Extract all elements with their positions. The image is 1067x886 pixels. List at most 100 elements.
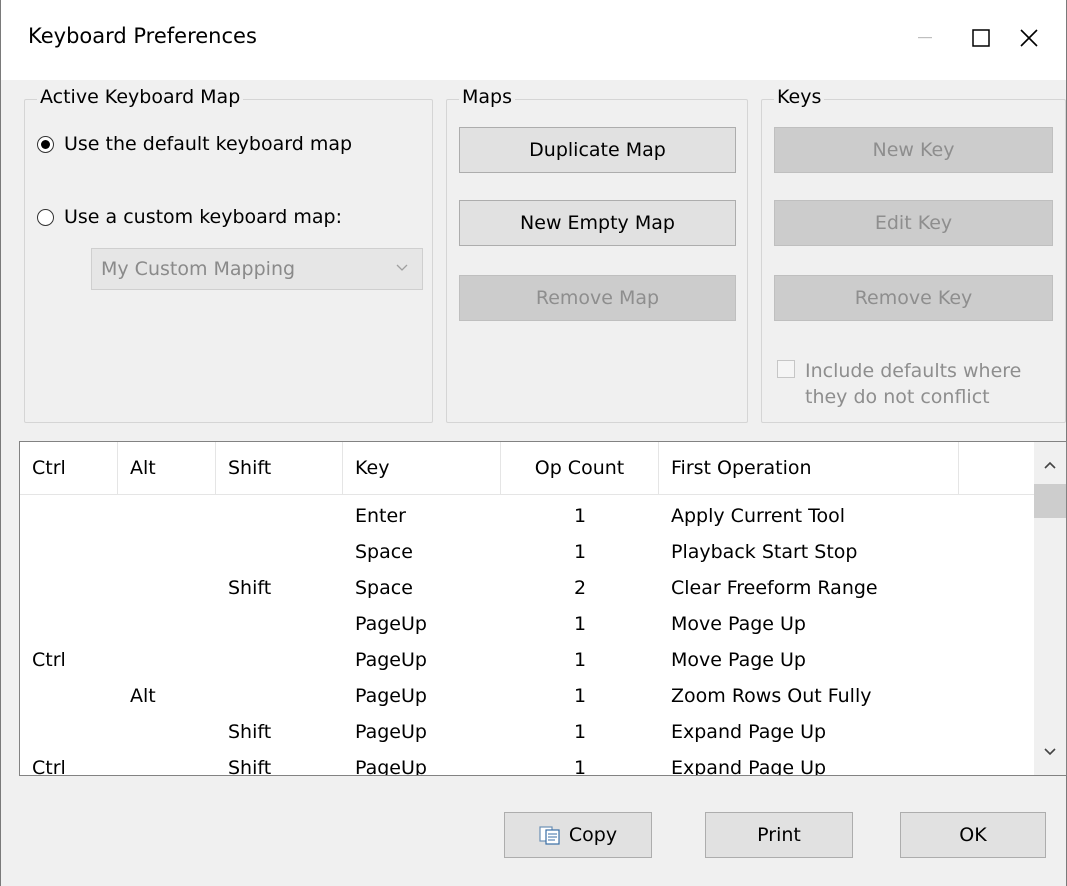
cell-shift: Shift <box>228 721 272 743</box>
cell-first-operation: Apply Current Tool <box>671 505 845 527</box>
minimize-icon <box>918 37 932 39</box>
cell-ctrl <box>20 498 118 534</box>
cell-key: Space <box>355 577 413 599</box>
default-map-radio[interactable]: Use the default keyboard map <box>37 133 352 155</box>
cell-ctrl: Ctrl <box>32 757 66 776</box>
cell-shift: Shift <box>228 757 272 776</box>
ok-button[interactable]: OK <box>900 812 1046 858</box>
active-keyboard-map-legend: Active Keyboard Map <box>37 86 244 108</box>
cell-first-operation: Zoom Rows Out Fully <box>671 685 872 707</box>
cell-key: PageUp <box>355 613 427 635</box>
cell-op-count: 1 <box>573 757 587 776</box>
cell-alt: Alt <box>130 685 156 707</box>
cell-first-operation: Move Page Up <box>671 649 806 671</box>
new-key-button[interactable]: New Key <box>774 127 1053 173</box>
table-row[interactable]: Shift PageUp 1 Expand Page Up <box>20 714 1034 750</box>
maps-legend: Maps <box>459 86 515 108</box>
column-header-key[interactable]: Key <box>343 442 501 494</box>
table-row[interactable]: Ctrl PageUp 1 Move Page Up <box>20 642 1034 678</box>
cell-shift <box>216 678 343 714</box>
scroll-down-button[interactable] <box>1034 735 1066 769</box>
cell-alt <box>118 570 216 606</box>
cell-shift <box>216 498 343 534</box>
table-row[interactable]: Ctrl Shift PageUp 1 Expand Page Up <box>20 750 1034 776</box>
chevron-down-icon <box>396 264 408 271</box>
copy-label: Copy <box>568 824 618 846</box>
column-header-alt[interactable]: Alt <box>118 442 216 494</box>
key-mapping-table[interactable]: Ctrl Alt Shift Key Op Count First Operat… <box>19 441 1067 776</box>
column-header-ctrl[interactable]: Ctrl <box>20 442 118 494</box>
close-button[interactable] <box>1001 14 1057 62</box>
checkbox-box <box>777 360 795 378</box>
cell-first-operation: Move Page Up <box>671 613 806 635</box>
include-defaults-checkbox[interactable]: Include defaults where they do not confl… <box>777 358 1021 410</box>
cell-alt <box>118 606 216 642</box>
table-row[interactable]: PageUp 1 Move Page Up <box>20 606 1034 642</box>
cell-alt <box>118 534 216 570</box>
cell-op-count: 1 <box>573 649 587 671</box>
scrollbar-thumb[interactable] <box>1034 484 1066 518</box>
cell-ctrl: Ctrl <box>32 649 66 671</box>
cell-ctrl <box>20 606 118 642</box>
cell-first-operation: Playback Start Stop <box>671 541 858 563</box>
column-header-op-count[interactable]: Op Count <box>501 442 659 494</box>
cell-shift: Shift <box>228 577 272 599</box>
minimize-button[interactable] <box>897 14 953 62</box>
cell-key: PageUp <box>355 757 427 776</box>
scroll-up-button[interactable] <box>1034 448 1066 482</box>
cell-ctrl <box>20 534 118 570</box>
radio-circle <box>37 208 54 226</box>
cell-shift <box>216 642 343 678</box>
new-empty-map-button[interactable]: New Empty Map <box>459 200 736 246</box>
edit-key-button[interactable]: Edit Key <box>774 200 1053 246</box>
cell-alt <box>118 642 216 678</box>
vertical-scrollbar[interactable] <box>1034 442 1066 775</box>
title-bar: Keyboard Preferences <box>1 0 1066 80</box>
table-row[interactable]: Space 1 Playback Start Stop <box>20 534 1034 570</box>
radio-circle <box>37 135 54 153</box>
custom-map-label: Use a custom keyboard map: <box>64 206 343 228</box>
cell-shift <box>216 534 343 570</box>
table-row[interactable]: Shift Space 2 Clear Freeform Range <box>20 570 1034 606</box>
cell-key: Enter <box>355 505 406 527</box>
column-header-first-operation[interactable]: First Operation <box>659 442 959 494</box>
keys-legend: Keys <box>774 86 825 108</box>
cell-first-operation: Expand Page Up <box>671 721 827 743</box>
default-map-label: Use the default keyboard map <box>64 133 353 155</box>
cell-key: Space <box>355 541 413 563</box>
cell-op-count: 1 <box>573 505 587 527</box>
close-icon <box>1020 29 1038 47</box>
print-button[interactable]: Print <box>705 812 853 858</box>
cell-shift <box>216 606 343 642</box>
table-row[interactable]: Enter 1 Apply Current Tool <box>20 498 1034 534</box>
cell-key: PageUp <box>355 721 427 743</box>
chevron-up-icon <box>1044 461 1056 469</box>
chevron-down-icon <box>1044 748 1056 756</box>
copy-icon <box>539 826 560 845</box>
cell-first-operation: Clear Freeform Range <box>671 577 878 599</box>
cell-op-count: 1 <box>573 541 587 563</box>
cell-key: PageUp <box>355 685 427 707</box>
custom-map-select-value: My Custom Mapping <box>101 258 296 280</box>
window-title: Keyboard Preferences <box>28 24 257 48</box>
custom-map-radio[interactable]: Use a custom keyboard map: <box>37 206 342 228</box>
cell-key: PageUp <box>355 649 427 671</box>
column-header-shift[interactable]: Shift <box>216 442 343 494</box>
maximize-icon <box>972 29 990 47</box>
cell-ctrl <box>20 570 118 606</box>
cell-ctrl <box>20 714 118 750</box>
include-defaults-label: Include defaults where they do not confl… <box>805 360 1022 408</box>
cell-first-operation: Expand Page Up <box>671 757 827 776</box>
table-header: Ctrl Alt Shift Key Op Count First Operat… <box>20 442 1034 495</box>
cell-alt <box>118 750 216 775</box>
keyboard-preferences-window: Keyboard Preferences Active Keyboard Map… <box>0 0 1067 886</box>
custom-map-select: My Custom Mapping <box>91 248 423 290</box>
cell-op-count: 1 <box>573 613 587 635</box>
cell-alt <box>118 498 216 534</box>
cell-op-count: 1 <box>573 685 587 707</box>
duplicate-map-button[interactable]: Duplicate Map <box>459 127 736 173</box>
copy-button[interactable]: Copy <box>504 812 652 858</box>
remove-map-button[interactable]: Remove Map <box>459 275 736 321</box>
remove-key-button[interactable]: Remove Key <box>774 275 1053 321</box>
table-row[interactable]: Alt PageUp 1 Zoom Rows Out Fully <box>20 678 1034 714</box>
